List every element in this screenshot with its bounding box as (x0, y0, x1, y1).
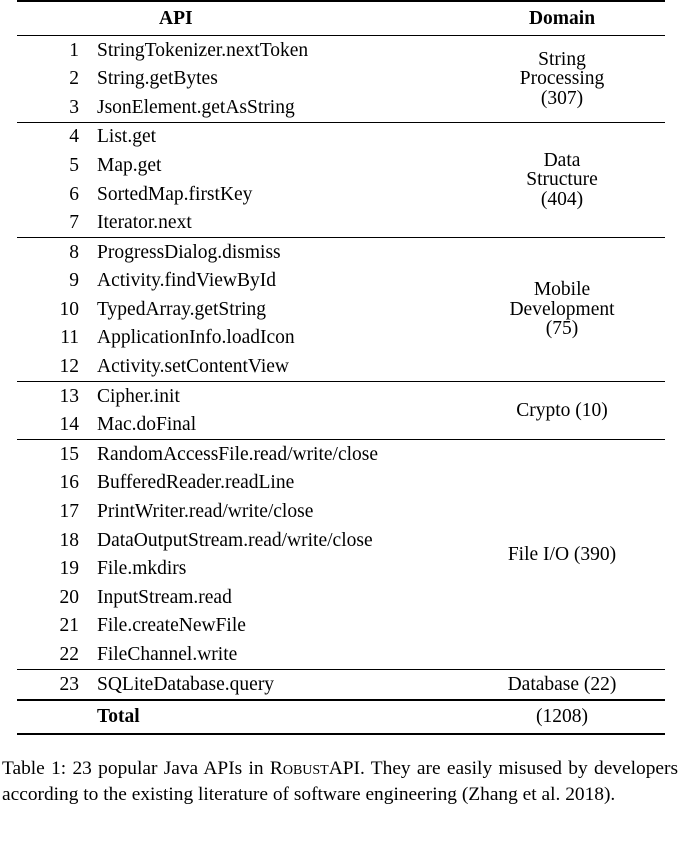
row-index: 7 (69, 212, 79, 234)
domain-line: Mobile (533, 279, 591, 301)
column-header-domain: Domain (528, 8, 596, 30)
domain-line: File I/O (390) (507, 543, 617, 565)
table-row: 15 RandomAccessFile.read/write/close File … (17, 440, 665, 564)
row-index: 10 (59, 298, 80, 320)
row-index: 11 (60, 327, 79, 349)
system-name: ROBUSTAPI (270, 758, 360, 779)
api-name: Cipher.init (97, 385, 180, 407)
row-index: 22 (59, 644, 80, 666)
api-name: Iterator.next (97, 212, 192, 234)
domain-line: Structure (526, 169, 598, 191)
table-caption: Table 1: 23 popular Java APIs in ROBUSTA… (2, 756, 678, 809)
table-rule-bottom (17, 732, 665, 736)
column-header-api: API (159, 8, 193, 30)
api-name: Activity.findViewById (97, 270, 276, 292)
row-index: 5 (69, 154, 79, 176)
table-total-row: Total (1208) (17, 701, 665, 734)
domain-line: (307) (540, 87, 584, 109)
total-label: Total (97, 705, 140, 727)
table-row: 8 ProgressDialog.dismiss Mobile Development… (17, 238, 665, 339)
domain-name: File I/O (390) (459, 440, 665, 669)
api-name: String.getBytes (97, 68, 218, 90)
api-name: FileChannel.write (97, 644, 238, 666)
row-index: 2 (69, 68, 79, 90)
caption-prefix: Table 1: 23 popular Java APIs in (2, 758, 270, 779)
column-header-index (17, 2, 79, 36)
api-name: DataOutputStream.read/write/close (97, 529, 373, 551)
row-index: 1 (69, 39, 79, 61)
api-name: BufferedReader.readLine (97, 472, 295, 494)
api-name: List.get (97, 126, 157, 148)
row-index: 6 (69, 183, 79, 205)
api-name: RandomAccessFile.read/write/close (97, 443, 379, 465)
domain-line: Data (543, 149, 581, 171)
api-name: SQLiteDatabase.query (97, 673, 275, 695)
row-index: 13 (59, 385, 80, 407)
table-row: 1 StringTokenizer.nextToken String Processi… (17, 36, 665, 107)
row-index: 3 (69, 96, 79, 118)
api-name: SortedMap.firstKey (97, 183, 253, 205)
domain-name: Data Structure (404) (459, 123, 665, 238)
api-name: TypedArray.getString (97, 298, 267, 320)
row-index: 21 (59, 615, 80, 637)
row-index: 23 (59, 673, 80, 695)
system-name-suffix: API (328, 758, 360, 779)
api-name: File.mkdirs (97, 558, 187, 580)
domain-line: Development (509, 298, 615, 320)
table-row: 23 SQLiteDatabase.query Database (22) (17, 670, 665, 700)
row-index: 20 (59, 586, 80, 608)
domain-name: Database (22) (459, 670, 665, 700)
domain-name: Crypto (10) (459, 382, 665, 440)
table-figure: API Domain 1 StringTokenizer.nextToken Strin… (0, 0, 681, 736)
row-index: 18 (59, 529, 80, 551)
row-index: 9 (69, 270, 79, 292)
domain-line: Processing (519, 68, 605, 90)
domain-line: Crypto (10) (516, 399, 608, 421)
table-row: 4 List.get Data Structure (404) (17, 123, 665, 209)
api-name: Mac.doFinal (97, 414, 197, 436)
domain-name: Mobile Development (75) (459, 238, 665, 381)
row-index: 4 (69, 126, 79, 148)
api-name: ApplicationInfo.loadIcon (97, 327, 295, 349)
system-name-initial: R (269, 758, 283, 779)
domain-line: (75) (545, 318, 579, 340)
api-name: File.createNewFile (97, 615, 246, 637)
domain-line: String (538, 48, 586, 70)
row-index: 17 (59, 501, 80, 523)
domain-line: Database (22) (507, 673, 617, 695)
table-row: 13 Cipher.init Crypto (10) (17, 382, 665, 420)
row-index: 14 (59, 414, 80, 436)
api-name: Map.get (97, 154, 162, 176)
table-header-row: API Domain (17, 2, 665, 36)
row-index: 15 (59, 443, 80, 465)
domain-line: (404) (540, 188, 584, 210)
total-value: (1208) (536, 705, 588, 727)
api-name: InputStream.read (97, 586, 232, 608)
domain-name: String Processing (307) (459, 36, 665, 122)
api-name: JsonElement.getAsString (97, 96, 295, 118)
api-domain-table: API Domain 1 StringTokenizer.nextToken Strin… (17, 0, 665, 736)
api-name: Activity.setContentView (97, 356, 289, 378)
row-index: 8 (69, 241, 79, 263)
row-index: 19 (59, 558, 80, 580)
api-name: StringTokenizer.nextToken (97, 39, 309, 61)
api-name: PrintWriter.read/write/close (97, 501, 314, 523)
system-name-smallcaps: OBUST (282, 758, 329, 779)
row-index: 12 (59, 356, 80, 378)
row-index: 16 (59, 472, 80, 494)
api-name: ProgressDialog.dismiss (97, 241, 281, 263)
total-index-blank (17, 701, 79, 734)
